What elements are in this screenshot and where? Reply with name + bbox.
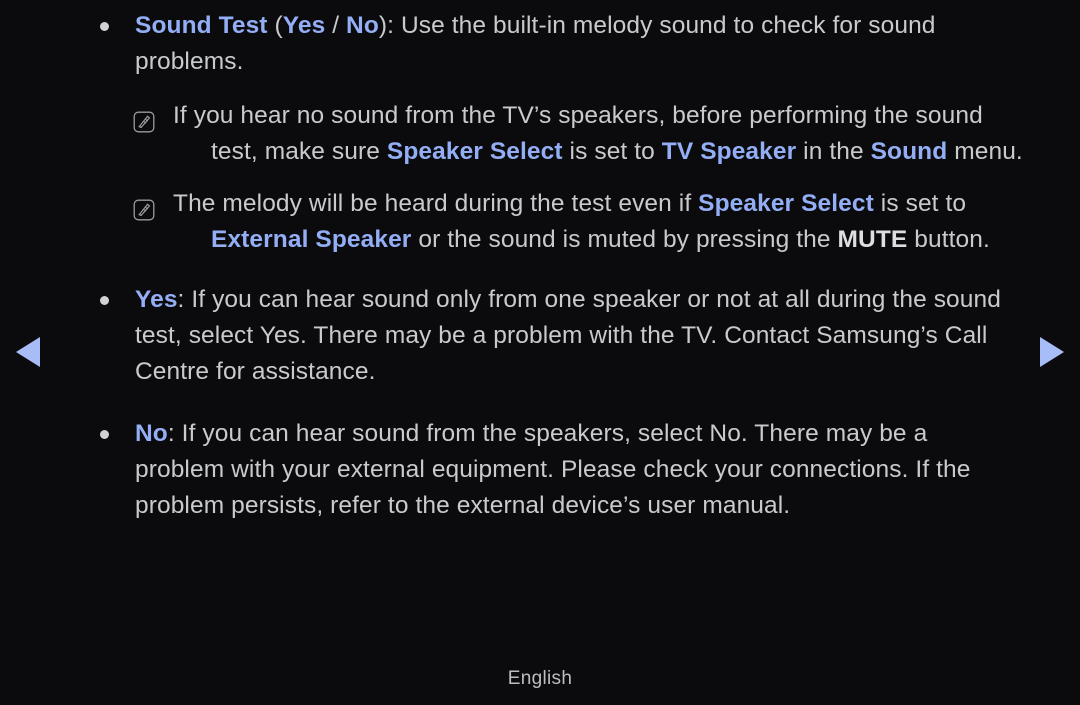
note1-line2-g: menu. [947, 138, 1023, 165]
note1-line2-e: in the [796, 138, 871, 165]
note2-line1-a: The melody will be heard during the test… [173, 190, 699, 217]
note1-line-2: test, make sure Speaker Select is set to… [173, 134, 1035, 170]
term-speaker-select: Speaker Select [698, 190, 874, 217]
term-yes: Yes [135, 286, 178, 313]
note-item-speaker-select: If you hear no sound from the TV’s speak… [95, 98, 1035, 170]
note-item-melody: The melody will be heard during the test… [95, 186, 1035, 258]
bullet-dot-icon [100, 22, 109, 31]
term-speaker-select: Speaker Select [386, 138, 563, 165]
term-sound-test: Sound Test [135, 12, 268, 39]
sound-test-line-2: problems. [135, 48, 244, 75]
paren-close: ): [378, 12, 401, 39]
term-external-speaker: External Speaker [211, 226, 412, 253]
note1-line2-c: is set to [562, 138, 662, 165]
yes-description: : If you can hear sound only from one sp… [177, 286, 1001, 313]
list-item-sound-test: Sound Test (Yes / No): Use the built-in … [95, 8, 1035, 80]
note-pencil-icon [133, 111, 155, 133]
note2-line-1: The melody will be heard during the test… [173, 186, 1035, 222]
content-area: Sound Test (Yes / No): Use the built-in … [95, 8, 1035, 530]
list-item-yes: Yes: If you can hear sound only from one… [95, 282, 1035, 390]
language-label: English [507, 668, 573, 689]
previous-page-arrow-icon[interactable] [16, 337, 40, 367]
note1-line2-a: test, make sure [211, 138, 387, 165]
yes-line-2: test, select Yes. There may be a problem… [135, 322, 988, 349]
term-no: No [135, 420, 168, 447]
term-sound-menu: Sound [870, 138, 948, 165]
note2-line1-c: is set to [873, 190, 967, 217]
list-item-no: No: If you can hear sound from the speak… [95, 416, 1035, 524]
no-line-2: problem with your external equipment. Pl… [135, 456, 971, 483]
term-tv-speaker: TV Speaker [661, 138, 797, 165]
option-yes: Yes [282, 12, 326, 39]
term-mute-button: MUTE [837, 226, 908, 253]
yes-line-3: Centre for assistance. [135, 358, 376, 385]
no-line-1: No: If you can hear sound from the speak… [135, 416, 1035, 452]
bullet-dot-icon [100, 296, 109, 305]
note2-line-2: External Speaker or the sound is muted b… [173, 222, 1035, 258]
no-line-3: problem persists, refer to the external … [135, 492, 791, 519]
emanual-page: Sound Test (Yes / No): Use the built-in … [0, 0, 1080, 705]
paren-open: ( [267, 12, 283, 39]
sound-test-line-1: Sound Test (Yes / No): Use the built-in … [135, 8, 1035, 44]
yes-line-1: Yes: If you can hear sound only from one… [135, 282, 1035, 318]
note-pencil-icon [133, 199, 155, 221]
option-no: No [346, 12, 379, 39]
note2-line2-d: button. [907, 226, 990, 253]
next-page-arrow-icon[interactable] [1040, 337, 1064, 367]
no-description: : If you can hear sound from the speaker… [167, 420, 928, 447]
note2-line2-b: or the sound is muted by pressing the [411, 226, 838, 253]
sound-test-description: Use the built-in melody sound to check f… [400, 12, 936, 39]
note1-line-1: If you hear no sound from the TV’s speak… [173, 102, 983, 129]
slash-separator: / [325, 12, 347, 39]
bullet-dot-icon [100, 430, 109, 439]
